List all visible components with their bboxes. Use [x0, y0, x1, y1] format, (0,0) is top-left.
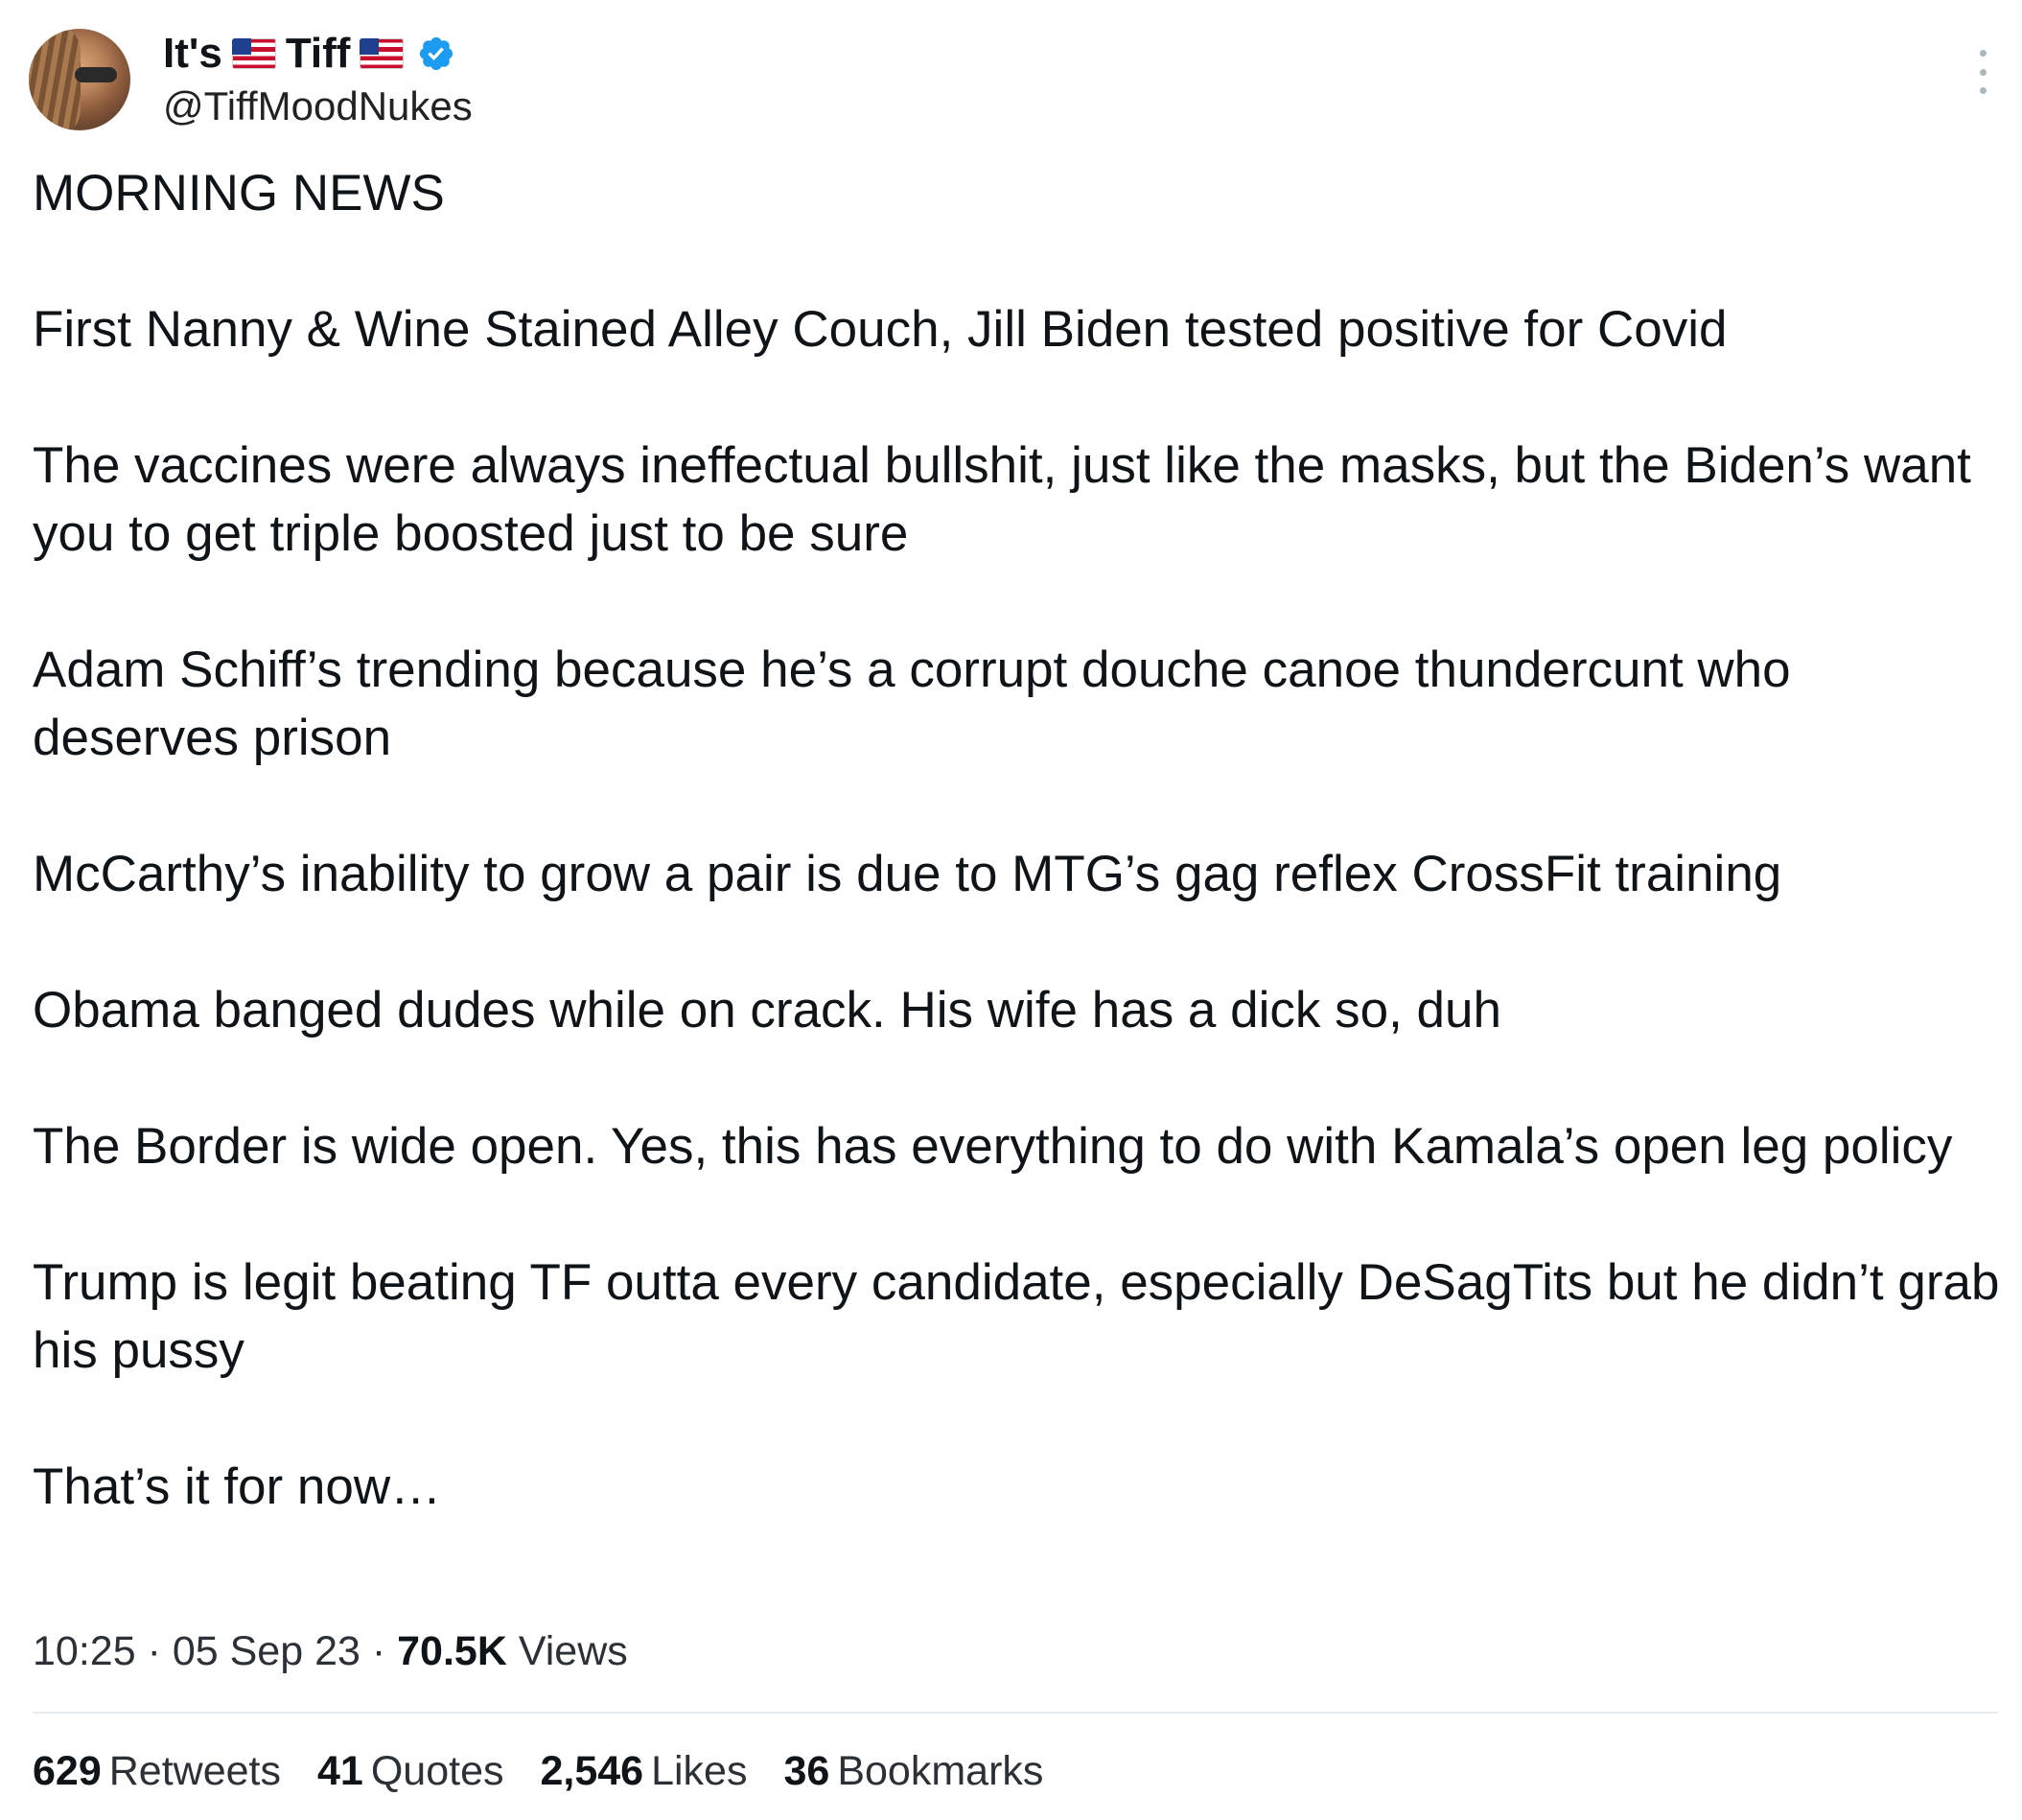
tweet-paragraph: Adam Schiff’s trending because he’s a co… [33, 642, 1791, 766]
divider [33, 1712, 1998, 1714]
tweet-paragraph: The Border is wide open. Yes, this has e… [33, 1118, 1953, 1175]
tweet-paragraph: Obama banged dudes while on crack. His w… [33, 982, 1501, 1038]
engagement-stats: 629 Retweets 41 Quotes 2,546 Likes 36 Bookma… [33, 1745, 1080, 1797]
views-label: Views [518, 1628, 628, 1674]
us-flag-icon [231, 38, 276, 69]
tweet-meta: 10:25 · 05 Sep 23 · 70.5K Views [33, 1625, 628, 1677]
more-options-icon[interactable] [1973, 50, 1992, 94]
display-name-main: Tiff [285, 30, 351, 77]
tweet-paragraph: First Nanny & Wine Stained Alley Couch, … [33, 301, 1728, 358]
retweets-stat[interactable]: 629 Retweets [33, 1745, 281, 1797]
tweet-paragraph: The vaccines were always ineffectual bul… [33, 437, 1971, 562]
likes-label: Likes [651, 1748, 748, 1794]
likes-stat[interactable]: 2,546 Likes [540, 1745, 747, 1797]
quotes-count: 41 [317, 1748, 363, 1794]
views-count: 70.5K [397, 1628, 507, 1674]
avatar-glasses [75, 67, 117, 82]
meta-separator: · [371, 1628, 386, 1674]
us-flag-icon [360, 38, 405, 69]
tweet-paragraph: Trump is legit beating TF outta every ca… [33, 1254, 2000, 1379]
quotes-stat[interactable]: 41 Quotes [317, 1745, 503, 1797]
retweets-label: Retweets [108, 1748, 281, 1794]
tweet-text: MORNING NEWS First Nanny & Wine Stained … [33, 159, 2008, 1521]
more-dot [1979, 50, 1987, 57]
tweet-header: It's Tiff @TiffMoodNukes [29, 27, 473, 132]
bookmarks-label: Bookmarks [837, 1748, 1044, 1794]
display-name-prefix: It's [163, 30, 222, 77]
more-dot [1979, 87, 1987, 94]
likes-count: 2,546 [540, 1748, 644, 1794]
bookmarks-stat[interactable]: 36 Bookmarks [783, 1745, 1043, 1797]
avatar[interactable] [29, 29, 130, 130]
quotes-label: Quotes [370, 1748, 504, 1794]
avatar-hair [29, 29, 81, 130]
tweet-time[interactable]: 10:25 [33, 1628, 136, 1674]
tweet-paragraph: That’s it for now… [33, 1458, 442, 1515]
author-names: It's Tiff @TiffMoodNukes [163, 28, 473, 131]
tweet-paragraph: MORNING NEWS [33, 165, 445, 222]
meta-separator: · [147, 1628, 161, 1674]
retweets-count: 629 [33, 1748, 102, 1794]
verified-badge-icon [420, 36, 453, 71]
author-handle[interactable]: @TiffMoodNukes [163, 82, 473, 131]
bookmarks-count: 36 [783, 1748, 830, 1794]
tweet-date[interactable]: 05 Sep 23 [173, 1628, 360, 1674]
tweet-paragraph: McCarthy’s inability to grow a pair is d… [33, 846, 1782, 902]
more-dot [1979, 68, 1987, 76]
tweet-card: It's Tiff @TiffMoodNukes MORNING NEWS Fi… [0, 0, 2022, 1820]
display-name[interactable]: It's Tiff [163, 28, 473, 80]
